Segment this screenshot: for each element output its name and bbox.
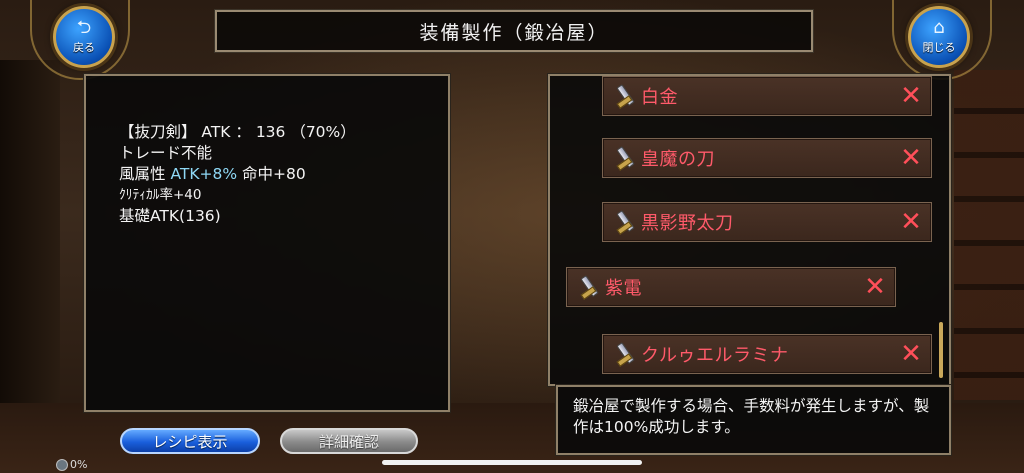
close-x-icon[interactable]: ✕ <box>891 341 931 367</box>
recipe-name: クルゥエルラミナ <box>641 345 789 366</box>
base-atk: 基礎ATK(136) <box>119 207 221 225</box>
recipe-item-selected[interactable]: 紫電 ✕ <box>566 267 896 307</box>
show-recipe-label: レシピ表示 <box>152 432 228 451</box>
critical-rate: ｸﾘﾃｨｶﾙ率+40 <box>119 187 202 203</box>
page-title-bar: 装備製作（鍛冶屋） <box>214 9 814 53</box>
home-icon: ⌂ <box>933 17 945 38</box>
page-title: 装備製作（鍛冶屋） <box>419 21 609 44</box>
progress-value: 0% <box>70 458 88 471</box>
accuracy-bonus: 命中+80 <box>242 165 306 183</box>
sword-icon <box>613 211 635 233</box>
background-bookshelf <box>954 70 1024 400</box>
recipe-name: 紫電 <box>605 278 642 299</box>
close-x-icon[interactable]: ✕ <box>891 83 931 109</box>
back-button[interactable]: ⮌ 戻る <box>53 6 115 68</box>
info-message: 鍛冶屋で製作する場合、手数料が発生しますが、製作は100%成功します。 <box>573 397 930 436</box>
item-info-panel: 【抜刀剣】 ATK ： 136 （70%） トレード不能 風属性 ATK+8% … <box>83 73 451 413</box>
sword-icon <box>613 343 635 365</box>
recipe-item[interactable]: 黒影野太刀 ✕ <box>602 202 932 242</box>
close-x-icon[interactable]: ✕ <box>855 274 895 300</box>
show-recipe-button[interactable]: レシピ表示 <box>120 428 260 454</box>
recipe-item[interactable]: 白金 ✕ <box>602 76 932 116</box>
info-message-box: 鍛冶屋で製作する場合、手数料が発生しますが、製作は100%成功します。 <box>555 384 952 456</box>
recipe-name: 黒影野太刀 <box>641 213 734 234</box>
detail-check-label: 詳細確認 <box>318 432 379 451</box>
progress-icon <box>56 458 68 471</box>
recipe-item[interactable]: 皇魔の刀 ✕ <box>602 138 932 178</box>
element-line: 風属性 ATK+8% 命中+80 <box>119 164 418 185</box>
close-button[interactable]: ⌂ 閉じる <box>908 6 970 68</box>
sword-icon <box>613 85 635 107</box>
recipe-name: 白金 <box>641 87 678 108</box>
sword-icon <box>577 276 599 298</box>
recipe-list[interactable]: 白金 ✕ 皇魔の刀 ✕ 黒影野太刀 ✕ 紫電 ✕ クルゥエルラミナ ✕ <box>547 73 952 387</box>
sword-icon <box>613 147 635 169</box>
progress-indicator: 0% <box>56 458 87 471</box>
item-stat-line: 【抜刀剣】 ATK ： 136 （70%） <box>119 123 356 141</box>
return-arrow-icon: ⮌ <box>76 17 92 38</box>
home-indicator[interactable] <box>382 460 642 465</box>
atk-bonus: ATK+8% <box>170 165 238 183</box>
close-button-label: 閉じる <box>922 41 956 54</box>
trade-status: トレード不能 <box>119 144 213 162</box>
list-scrollbar[interactable] <box>939 322 943 378</box>
recipe-name: 皇魔の刀 <box>641 149 715 170</box>
recipe-item[interactable]: クルゥエルラミナ ✕ <box>602 334 932 374</box>
back-button-label: 戻る <box>73 41 95 54</box>
detail-check-button[interactable]: 詳細確認 <box>280 428 418 454</box>
close-x-icon[interactable]: ✕ <box>891 209 931 235</box>
element-label: 風属性 <box>119 165 166 183</box>
close-x-icon[interactable]: ✕ <box>891 145 931 171</box>
